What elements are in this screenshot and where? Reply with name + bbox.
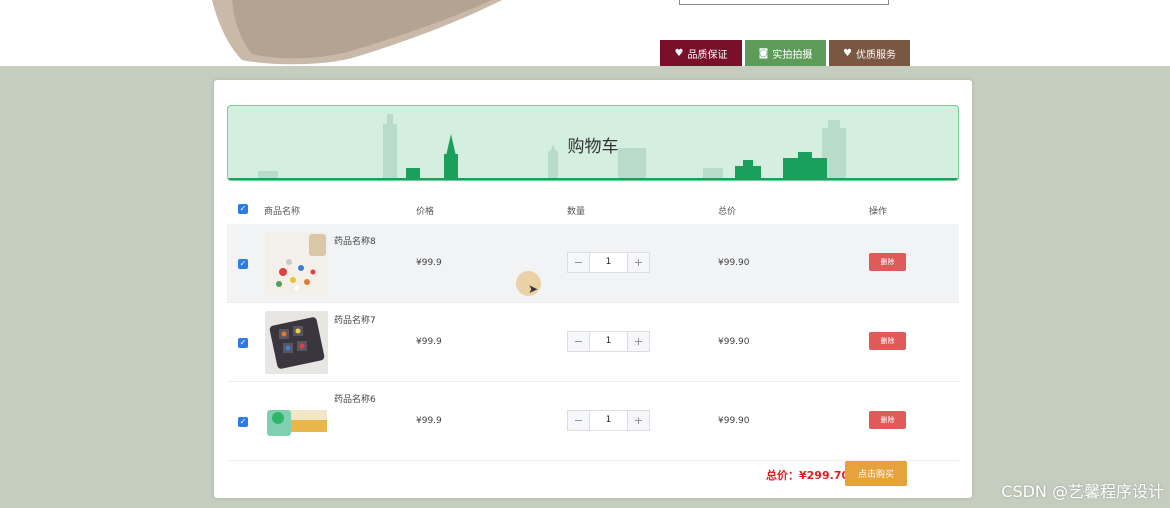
cart-item-row: ✓ 药品名称7 ¥99.9 − 1 + ¥99.90 删除 [227, 303, 959, 382]
cart-table-header: ✓ 商品名称 价格 数量 总价 操作 [227, 198, 959, 222]
heart-icon: ♥ [843, 47, 852, 59]
cart-item-row: ✓ 药品名称8 ¥99.9 − 1 + ¥99.90 删除 [227, 224, 959, 303]
select-all-checkbox[interactable]: ✓ [238, 204, 248, 214]
badge-service[interactable]: ♥ 优质服务 [829, 40, 910, 66]
column-header-action: 操作 [869, 207, 888, 217]
cart-panel: 购物车 ✓ 商品名称 价格 数量 总价 操作 ✓ 药品名称8 ¥99.9 − 1… [214, 80, 972, 498]
column-header-qty: 数量 [567, 207, 586, 217]
top-header: ♥ 品质保证 ◙ 实拍拍摄 ♥ 优质服务 [0, 0, 1170, 66]
quantity-stepper: − 1 + [567, 410, 650, 431]
product-price: ¥99.9 [416, 337, 442, 347]
decrease-button[interactable]: − [568, 253, 589, 272]
cart-item-row: ✓ 药品名称6 ¥99.9 − 1 + ¥99.90 删除 [227, 382, 959, 461]
quantity-stepper: − 1 + [567, 331, 650, 352]
item-total: ¥99.90 [718, 416, 750, 426]
quantity-stepper: − 1 + [567, 252, 650, 273]
delete-button[interactable]: 删除 [869, 411, 906, 429]
cart-banner: 购物车 [227, 105, 959, 181]
search-input[interactable] [679, 0, 889, 5]
decrease-button[interactable]: − [568, 411, 589, 430]
item-checkbox[interactable]: ✓ [238, 338, 248, 348]
item-total: ¥99.90 [718, 258, 750, 268]
badge-quality[interactable]: ♥ 品质保证 [660, 40, 742, 66]
product-name[interactable]: 药品名称8 [334, 234, 376, 247]
delete-button[interactable]: 删除 [869, 332, 906, 350]
increase-button[interactable]: + [628, 411, 649, 430]
column-header-total: 总价 [718, 207, 737, 217]
product-name[interactable]: 药品名称7 [334, 313, 376, 326]
product-name[interactable]: 药品名称6 [334, 392, 376, 405]
buy-button[interactable]: 点击购买 [845, 461, 907, 486]
product-image [265, 390, 328, 453]
quantity-input[interactable]: 1 [589, 253, 628, 272]
badge-label: 实拍拍摄 [772, 49, 813, 61]
hero-image [212, 0, 502, 65]
heart-icon: ♥ [674, 47, 684, 59]
camera-icon: ◙ [758, 47, 769, 59]
decrease-button[interactable]: − [568, 332, 589, 351]
quantity-input[interactable]: 1 [589, 411, 628, 430]
product-image [265, 232, 328, 295]
product-image [265, 311, 328, 374]
column-header-name: 商品名称 [264, 207, 301, 217]
item-checkbox[interactable]: ✓ [238, 417, 248, 427]
delete-button[interactable]: 删除 [869, 253, 906, 271]
cursor-arrow-icon: ➤ [528, 282, 539, 296]
item-total: ¥99.90 [718, 337, 750, 347]
item-checkbox[interactable]: ✓ [238, 259, 248, 269]
watermark: CSDN @艺馨程序设计 [1001, 482, 1164, 501]
increase-button[interactable]: + [628, 332, 649, 351]
quantity-input[interactable]: 1 [589, 332, 628, 351]
product-price: ¥99.9 [416, 258, 442, 268]
badge-label: 优质服务 [855, 49, 896, 61]
badge-photo[interactable]: ◙ 实拍拍摄 [745, 40, 826, 66]
product-price: ¥99.9 [416, 416, 442, 426]
grand-total: 总价：¥299.70 [766, 469, 850, 482]
column-header-price: 价格 [416, 207, 435, 217]
cart-title: 购物车 [567, 137, 619, 157]
badge-label: 品质保证 [687, 49, 728, 61]
feature-badges: ♥ 品质保证 ◙ 实拍拍摄 ♥ 优质服务 [660, 40, 910, 66]
increase-button[interactable]: + [628, 253, 649, 272]
